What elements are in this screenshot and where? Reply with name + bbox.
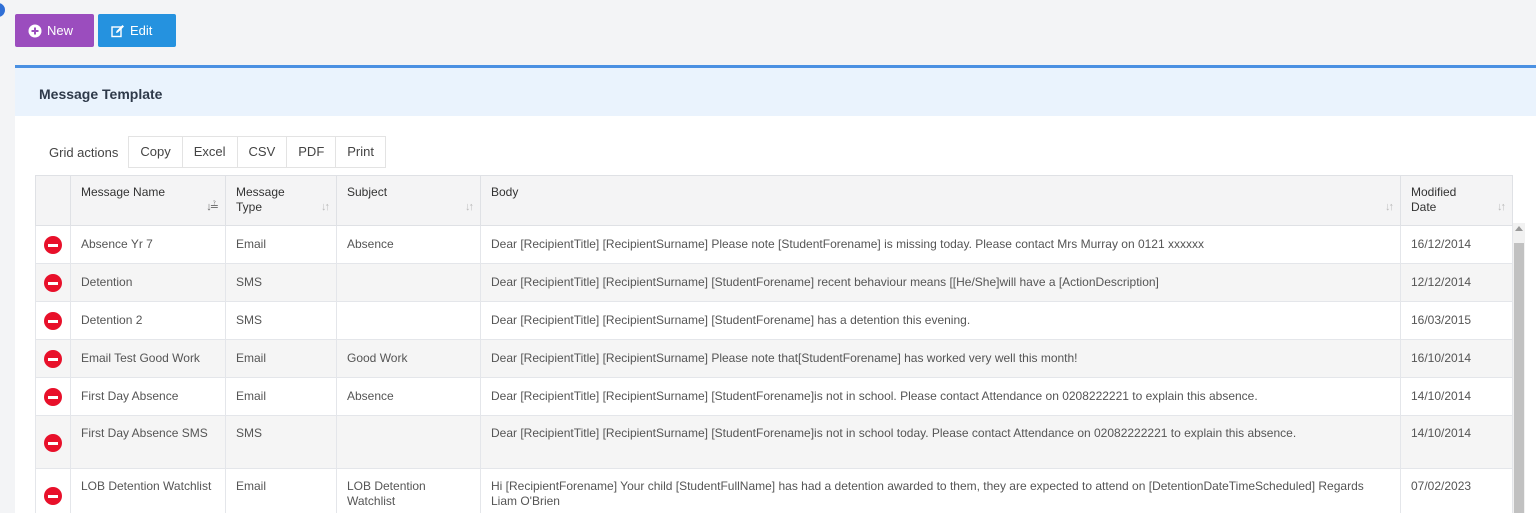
- sort-icon: ↓↑: [1497, 201, 1506, 213]
- cell-message-name: Email Test Good Work: [70, 339, 226, 378]
- edit-icon: [111, 24, 124, 37]
- cell-modified-date: 16/12/2014: [1400, 225, 1513, 264]
- plus-circle-icon: [28, 24, 42, 37]
- cell-body: Dear [RecipientTitle] [RecipientSurname]…: [480, 301, 1401, 340]
- column-header-label: Modified Date: [1411, 185, 1457, 214]
- delete-icon[interactable]: [44, 434, 62, 452]
- column-header-message-type[interactable]: Message Type ↓↑: [225, 175, 337, 226]
- cell-subject: Good Work: [336, 339, 481, 378]
- cell-subject: Absence: [336, 225, 481, 264]
- sort-icon: ↓↑: [321, 201, 330, 213]
- message-template-panel: Message Template Grid actions Copy Excel…: [15, 65, 1536, 513]
- delete-icon[interactable]: [44, 312, 62, 330]
- delete-icon[interactable]: [44, 487, 62, 505]
- cell-modified-date: 14/10/2014: [1400, 415, 1513, 469]
- cell-message-name: First Day Absence SMS: [70, 415, 226, 469]
- delete-icon[interactable]: [44, 236, 62, 254]
- cell-message-type: SMS: [225, 301, 337, 340]
- vertical-scrollbar[interactable]: [1513, 223, 1525, 513]
- edit-button-label: Edit: [130, 23, 153, 38]
- delete-icon[interactable]: [44, 350, 62, 368]
- table-row[interactable]: First Day Absence Email Absence Dear [Re…: [35, 377, 1513, 416]
- column-header-modified-date[interactable]: Modified Date ↓↑: [1400, 175, 1513, 226]
- panel-title: Message Template: [15, 68, 1536, 116]
- table-row[interactable]: LOB Detention Watchlist Email LOB Detent…: [35, 468, 1513, 513]
- table-row[interactable]: Detention 2 SMS Dear [RecipientTitle] [R…: [35, 301, 1513, 340]
- column-header-label: Message Name: [81, 185, 166, 199]
- scroll-thumb[interactable]: [1514, 243, 1524, 513]
- cell-body: Dear [RecipientTitle] [RecipientSurname]…: [480, 225, 1401, 264]
- print-button[interactable]: Print: [335, 136, 386, 168]
- sort-icon: ↓↑: [1385, 201, 1394, 213]
- cell-subject: Absence: [336, 377, 481, 416]
- table-row[interactable]: Email Test Good Work Email Good Work Dea…: [35, 339, 1513, 378]
- toolbar: New Edit: [15, 14, 176, 47]
- cell-message-name: Absence Yr 7: [70, 225, 226, 264]
- excel-button[interactable]: Excel: [181, 136, 237, 168]
- cell-message-type: Email: [225, 339, 337, 378]
- cell-message-name: First Day Absence: [70, 377, 226, 416]
- cell-body: Hi [RecipientForename] Your child [Stude…: [480, 468, 1401, 513]
- column-header-actions: [35, 175, 71, 226]
- column-header-body[interactable]: Body ↓↑: [480, 175, 1401, 226]
- column-header-label: Message Type: [236, 185, 285, 214]
- sort-asc-icon: ↓≟: [206, 201, 219, 213]
- csv-button[interactable]: CSV: [236, 136, 287, 168]
- delete-icon[interactable]: [44, 388, 62, 406]
- column-header-label: Subject: [347, 185, 388, 199]
- cell-message-type: Email: [225, 377, 337, 416]
- cell-message-type: Email: [225, 225, 337, 264]
- grid-actions: Grid actions Copy Excel CSV PDF Print: [39, 136, 386, 168]
- page-indicator-dot: [0, 3, 5, 17]
- cell-message-type: SMS: [225, 415, 337, 469]
- cell-body: Dear [RecipientTitle] [RecipientSurname]…: [480, 415, 1401, 469]
- column-header-message-name[interactable]: Message Name ↓≟: [70, 175, 226, 226]
- cell-message-name: Detention 2: [70, 301, 226, 340]
- new-button-label: New: [47, 23, 74, 38]
- cell-modified-date: 07/02/2023: [1400, 468, 1513, 513]
- cell-modified-date: 14/10/2014: [1400, 377, 1513, 416]
- cell-subject: LOB Detention Watchlist: [336, 468, 481, 513]
- cell-message-type: Email: [225, 468, 337, 513]
- cell-body: Dear [RecipientTitle] [RecipientSurname]…: [480, 339, 1401, 378]
- delete-icon[interactable]: [44, 274, 62, 292]
- scroll-up-arrow-icon[interactable]: [1515, 226, 1523, 231]
- cell-message-type: SMS: [225, 263, 337, 302]
- new-button[interactable]: New: [15, 14, 94, 47]
- column-header-subject[interactable]: Subject ↓↑: [336, 175, 481, 226]
- copy-button[interactable]: Copy: [128, 136, 182, 168]
- table-row[interactable]: Absence Yr 7 Email Absence Dear [Recipie…: [35, 225, 1513, 264]
- table-row[interactable]: First Day Absence SMS SMS Dear [Recipien…: [35, 415, 1513, 469]
- pdf-button[interactable]: PDF: [286, 136, 336, 168]
- cell-modified-date: 12/12/2014: [1400, 263, 1513, 302]
- cell-message-name: Detention: [70, 263, 226, 302]
- table-row[interactable]: Detention SMS Dear [RecipientTitle] [Rec…: [35, 263, 1513, 302]
- cell-subject: [336, 263, 481, 302]
- edit-button[interactable]: Edit: [98, 14, 176, 47]
- cell-body: Dear [RecipientTitle] [RecipientSurname]…: [480, 377, 1401, 416]
- grid-actions-label: Grid actions: [49, 144, 119, 160]
- column-header-label: Body: [491, 185, 519, 199]
- cell-body: Dear [RecipientTitle] [RecipientSurname]…: [480, 263, 1401, 302]
- sort-icon: ↓↑: [465, 201, 474, 213]
- message-template-table: Message Name ↓≟ Message Type ↓↑ Subject ↓↑ …: [35, 175, 1513, 513]
- cell-modified-date: 16/03/2015: [1400, 301, 1513, 340]
- cell-message-name: LOB Detention Watchlist: [70, 468, 226, 513]
- cell-subject: [336, 301, 481, 340]
- cell-modified-date: 16/10/2014: [1400, 339, 1513, 378]
- cell-subject: [336, 415, 481, 469]
